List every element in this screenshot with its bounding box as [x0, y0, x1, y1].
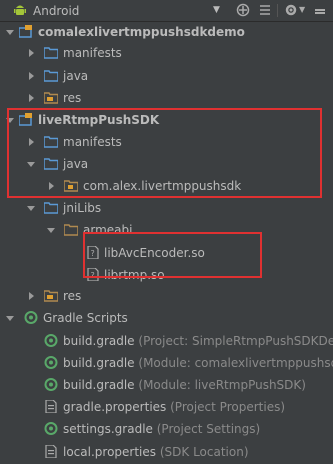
- chevron-down-icon[interactable]: ▼: [213, 5, 220, 15]
- settings-caret-icon[interactable]: ▼: [299, 5, 305, 14]
- tree-row-java[interactable]: java: [0, 66, 333, 86]
- tree-row-label: manifests: [63, 46, 122, 60]
- tree-row-label: libAvcEncoder.so: [104, 246, 205, 260]
- tree-row-hint: (Module: liveRtmpPushSDK): [138, 378, 306, 392]
- tree-row-gradle-scripts[interactable]: Gradle Scripts: [0, 308, 333, 328]
- tree-row-hint: (SDK Location): [159, 445, 249, 459]
- tree-row-label: build.gradle: [63, 334, 135, 348]
- folder-icon: [44, 136, 58, 148]
- chevron-right-icon[interactable]: [26, 71, 36, 81]
- file-icon: ?: [87, 246, 99, 259]
- tree-row-jnilibs[interactable]: jniLibs: [0, 198, 333, 218]
- project-view-selector[interactable]: Android: [33, 4, 79, 18]
- tree-row-hint: (Module: comalexlivertmppushsd: [138, 356, 333, 370]
- folder-icon: [64, 224, 78, 236]
- tree-row-manifests[interactable]: manifests: [0, 43, 333, 63]
- settings-icon[interactable]: [284, 3, 298, 17]
- tree-row-label: com.alex.livertmppushsdk: [83, 179, 242, 193]
- tree-row-file[interactable]: ? librtmp.so: [0, 265, 333, 285]
- res-folder-icon: [44, 290, 58, 302]
- tree-row-sdk-module[interactable]: liveRtmpPushSDK: [0, 110, 333, 130]
- tree-row-label: comalexlivertmppushsdkdemo: [38, 25, 245, 39]
- tree-row-res[interactable]: res: [0, 286, 333, 306]
- svg-text:?: ?: [91, 271, 95, 280]
- tree-row-label: res: [63, 289, 82, 303]
- properties-file-icon: [45, 400, 57, 413]
- gradle-file-icon: [44, 422, 58, 435]
- collapse-all-icon[interactable]: [258, 3, 272, 17]
- hide-panel-icon[interactable]: [313, 3, 327, 17]
- tree-row-res[interactable]: res: [0, 88, 333, 108]
- folder-icon: [44, 158, 58, 170]
- module-icon: [19, 25, 32, 38]
- chevron-down-icon[interactable]: [5, 115, 15, 125]
- properties-file-icon: [45, 445, 57, 458]
- tree-row-label: gradle.properties: [63, 400, 167, 414]
- gradle-file-icon: [44, 334, 58, 347]
- folder-icon: [44, 202, 58, 214]
- svg-text:?: ?: [91, 249, 95, 258]
- tree-row-hint: (Project Settings): [156, 422, 261, 436]
- tree-row-label: settings.gradle: [63, 422, 153, 436]
- chevron-right-icon[interactable]: [26, 48, 36, 58]
- android-icon: [14, 5, 26, 15]
- tree-row-label: manifests: [63, 135, 122, 149]
- tree-row-package[interactable]: com.alex.livertmppushsdk: [0, 176, 333, 196]
- tree-row-file[interactable]: ? libAvcEncoder.so: [0, 243, 333, 263]
- chevron-down-icon[interactable]: [26, 203, 36, 213]
- chevron-down-icon[interactable]: [46, 225, 56, 235]
- gradle-file-icon: [44, 378, 58, 391]
- tree-row-gradle-file[interactable]: build.gradle (Module: liveRtmpPushSDK): [0, 375, 333, 395]
- tree-row-label: Gradle Scripts: [43, 311, 128, 325]
- chevron-down-icon[interactable]: [5, 27, 15, 37]
- tree-row-app-module[interactable]: comalexlivertmppushsdkdemo: [0, 22, 333, 42]
- chevron-right-icon[interactable]: [26, 291, 36, 301]
- res-folder-icon: [44, 92, 58, 104]
- tree-row-properties-file[interactable]: local.properties (SDK Location): [0, 442, 333, 462]
- file-icon: ?: [87, 268, 99, 281]
- tree-row-armeabi[interactable]: armeabi: [0, 220, 333, 240]
- tree-row-manifests[interactable]: manifests: [0, 132, 333, 152]
- tree-row-properties-file[interactable]: gradle.properties (Project Properties): [0, 397, 333, 417]
- chevron-down-icon[interactable]: [5, 313, 15, 323]
- tree-row-label: build.gradle: [63, 378, 135, 392]
- tree-row-label: local.properties: [63, 445, 157, 459]
- chevron-down-icon[interactable]: [26, 159, 36, 169]
- tree-row-gradle-file[interactable]: settings.gradle (Project Settings): [0, 419, 333, 439]
- tree-row-hint: (Project Properties): [170, 400, 286, 414]
- tree-row-gradle-file[interactable]: build.gradle (Project: SimpleRtmpPushSDK…: [0, 331, 333, 351]
- tree-row-label: liveRtmpPushSDK: [38, 113, 160, 127]
- tree-row-java[interactable]: java: [0, 154, 333, 174]
- tree-row-label: jniLibs: [63, 201, 102, 215]
- chevron-right-icon[interactable]: [26, 137, 36, 147]
- project-view-toolbar: Android ▼ ▼: [0, 0, 333, 22]
- gradle-icon: [24, 311, 38, 324]
- tree-row-label: librtmp.so: [104, 268, 165, 282]
- chevron-right-icon[interactable]: [46, 181, 56, 191]
- tree-row-gradle-file[interactable]: build.gradle (Module: comalexlivertmppus…: [0, 353, 333, 373]
- tree-row-label: java: [63, 69, 89, 83]
- package-icon: [64, 180, 78, 192]
- folder-icon: [44, 70, 58, 82]
- tree-row-label: java: [63, 157, 89, 171]
- sync-icon[interactable]: [236, 3, 250, 17]
- folder-icon: [44, 47, 58, 59]
- tree-row-label: armeabi: [83, 223, 133, 237]
- tree-row-label: build.gradle: [63, 356, 135, 370]
- tree-row-hint: (Project: SimpleRtmpPushSDKDem: [138, 334, 333, 348]
- tree-row-label: res: [63, 91, 82, 105]
- chevron-right-icon[interactable]: [26, 93, 36, 103]
- gradle-file-icon: [44, 356, 58, 369]
- toolbar-divider: [277, 4, 278, 17]
- module-icon: [19, 113, 32, 126]
